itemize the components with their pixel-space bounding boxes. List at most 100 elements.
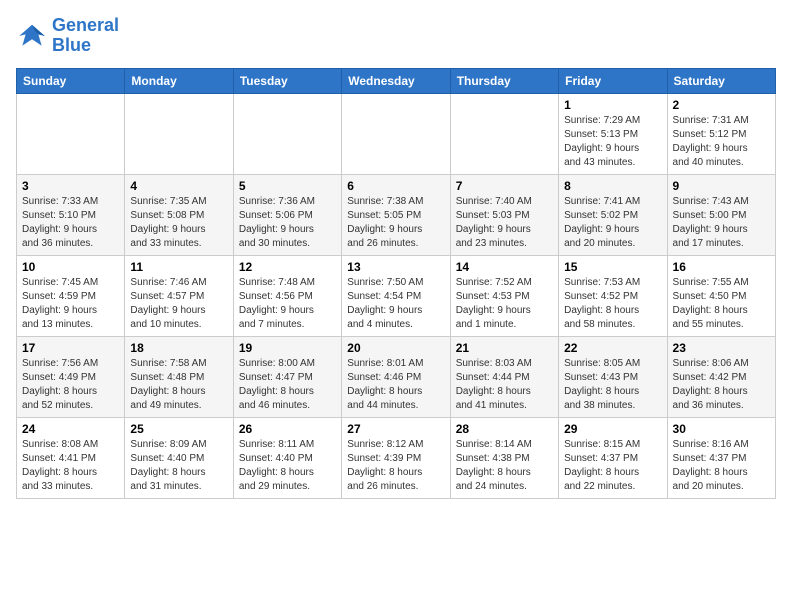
day-number: 13 xyxy=(347,260,444,274)
day-info: Sunrise: 7:29 AM Sunset: 5:13 PM Dayligh… xyxy=(564,114,661,170)
logo-text: General Blue xyxy=(52,16,119,56)
calendar-cell: 5 Sunrise: 7:36 AM Sunset: 5:06 PM Daylig… xyxy=(233,174,341,255)
day-info: Sunrise: 7:40 AM Sunset: 5:03 PM Dayligh… xyxy=(456,195,553,251)
day-number: 30 xyxy=(673,422,770,436)
day-info: Sunrise: 8:12 AM Sunset: 4:39 PM Dayligh… xyxy=(347,438,444,494)
day-info: Sunrise: 7:43 AM Sunset: 5:00 PM Dayligh… xyxy=(673,195,770,251)
day-info: Sunrise: 8:15 AM Sunset: 4:37 PM Dayligh… xyxy=(564,438,661,494)
weekday-header: Saturday xyxy=(667,68,775,93)
calendar-cell: 4 Sunrise: 7:35 AM Sunset: 5:08 PM Daylig… xyxy=(125,174,233,255)
calendar-cell: 25 Sunrise: 8:09 AM Sunset: 4:40 PM Dayli… xyxy=(125,417,233,498)
day-info: Sunrise: 7:31 AM Sunset: 5:12 PM Dayligh… xyxy=(673,114,770,170)
weekday-header: Monday xyxy=(125,68,233,93)
calendar-cell: 24 Sunrise: 8:08 AM Sunset: 4:41 PM Dayli… xyxy=(17,417,125,498)
calendar-cell: 10 Sunrise: 7:45 AM Sunset: 4:59 PM Dayli… xyxy=(17,255,125,336)
weekday-header: Sunday xyxy=(17,68,125,93)
day-info: Sunrise: 7:35 AM Sunset: 5:08 PM Dayligh… xyxy=(130,195,227,251)
day-info: Sunrise: 7:52 AM Sunset: 4:53 PM Dayligh… xyxy=(456,276,553,332)
day-info: Sunrise: 8:16 AM Sunset: 4:37 PM Dayligh… xyxy=(673,438,770,494)
day-number: 27 xyxy=(347,422,444,436)
calendar-cell: 3 Sunrise: 7:33 AM Sunset: 5:10 PM Daylig… xyxy=(17,174,125,255)
day-number: 7 xyxy=(456,179,553,193)
day-info: Sunrise: 8:00 AM Sunset: 4:47 PM Dayligh… xyxy=(239,357,336,413)
day-number: 14 xyxy=(456,260,553,274)
day-number: 4 xyxy=(130,179,227,193)
day-info: Sunrise: 8:05 AM Sunset: 4:43 PM Dayligh… xyxy=(564,357,661,413)
day-number: 16 xyxy=(673,260,770,274)
calendar-cell: 15 Sunrise: 7:53 AM Sunset: 4:52 PM Dayli… xyxy=(559,255,667,336)
day-info: Sunrise: 8:03 AM Sunset: 4:44 PM Dayligh… xyxy=(456,357,553,413)
day-number: 26 xyxy=(239,422,336,436)
day-number: 29 xyxy=(564,422,661,436)
day-number: 2 xyxy=(673,98,770,112)
day-number: 6 xyxy=(347,179,444,193)
day-info: Sunrise: 7:56 AM Sunset: 4:49 PM Dayligh… xyxy=(22,357,119,413)
calendar-cell: 22 Sunrise: 8:05 AM Sunset: 4:43 PM Dayli… xyxy=(559,336,667,417)
day-info: Sunrise: 8:14 AM Sunset: 4:38 PM Dayligh… xyxy=(456,438,553,494)
calendar-cell: 7 Sunrise: 7:40 AM Sunset: 5:03 PM Daylig… xyxy=(450,174,558,255)
calendar-cell: 13 Sunrise: 7:50 AM Sunset: 4:54 PM Dayli… xyxy=(342,255,450,336)
calendar-cell: 6 Sunrise: 7:38 AM Sunset: 5:05 PM Daylig… xyxy=(342,174,450,255)
day-number: 10 xyxy=(22,260,119,274)
calendar-cell: 12 Sunrise: 7:48 AM Sunset: 4:56 PM Dayli… xyxy=(233,255,341,336)
calendar-cell: 14 Sunrise: 7:52 AM Sunset: 4:53 PM Dayli… xyxy=(450,255,558,336)
calendar-cell: 9 Sunrise: 7:43 AM Sunset: 5:00 PM Daylig… xyxy=(667,174,775,255)
logo: General Blue xyxy=(16,16,119,56)
day-number: 24 xyxy=(22,422,119,436)
day-info: Sunrise: 7:46 AM Sunset: 4:57 PM Dayligh… xyxy=(130,276,227,332)
calendar-table: SundayMondayTuesdayWednesdayThursdayFrid… xyxy=(16,68,776,499)
calendar-cell: 18Sunrise: 7:58 AM Sunset: 4:48 PM Dayli… xyxy=(125,336,233,417)
calendar-cell xyxy=(125,93,233,174)
calendar-cell: 2 Sunrise: 7:31 AM Sunset: 5:12 PM Daylig… xyxy=(667,93,775,174)
day-number: 3 xyxy=(22,179,119,193)
day-info: Sunrise: 7:33 AM Sunset: 5:10 PM Dayligh… xyxy=(22,195,119,251)
calendar-cell: 19 Sunrise: 8:00 AM Sunset: 4:47 PM Dayli… xyxy=(233,336,341,417)
weekday-header: Friday xyxy=(559,68,667,93)
day-info: Sunrise: 7:41 AM Sunset: 5:02 PM Dayligh… xyxy=(564,195,661,251)
day-number: 22 xyxy=(564,341,661,355)
day-number: 12 xyxy=(239,260,336,274)
logo-icon xyxy=(16,20,48,52)
day-info: Sunrise: 7:38 AM Sunset: 5:05 PM Dayligh… xyxy=(347,195,444,251)
day-number: 20 xyxy=(347,341,444,355)
weekday-header: Tuesday xyxy=(233,68,341,93)
calendar-cell: 30 Sunrise: 8:16 AM Sunset: 4:37 PM Dayli… xyxy=(667,417,775,498)
day-number: 11 xyxy=(130,260,227,274)
day-number: 5 xyxy=(239,179,336,193)
day-number: 8 xyxy=(564,179,661,193)
day-info: Sunrise: 7:48 AM Sunset: 4:56 PM Dayligh… xyxy=(239,276,336,332)
calendar-cell: 17 Sunrise: 7:56 AM Sunset: 4:49 PM Dayli… xyxy=(17,336,125,417)
day-info: Sunrise: 7:53 AM Sunset: 4:52 PM Dayligh… xyxy=(564,276,661,332)
day-info: Sunrise: 8:09 AM Sunset: 4:40 PM Dayligh… xyxy=(130,438,227,494)
day-info: Sunrise: 7:36 AM Sunset: 5:06 PM Dayligh… xyxy=(239,195,336,251)
day-info: Sunrise: 7:58 AM Sunset: 4:48 PM Dayligh… xyxy=(130,357,227,413)
day-number: 15 xyxy=(564,260,661,274)
day-info: Sunrise: 8:08 AM Sunset: 4:41 PM Dayligh… xyxy=(22,438,119,494)
day-number: 25 xyxy=(130,422,227,436)
calendar-cell: 28 Sunrise: 8:14 AM Sunset: 4:38 PM Dayli… xyxy=(450,417,558,498)
day-info: Sunrise: 7:55 AM Sunset: 4:50 PM Dayligh… xyxy=(673,276,770,332)
day-number: 23 xyxy=(673,341,770,355)
calendar-cell: 23 Sunrise: 8:06 AM Sunset: 4:42 PM Dayli… xyxy=(667,336,775,417)
calendar-cell: 1 Sunrise: 7:29 AM Sunset: 5:13 PM Daylig… xyxy=(559,93,667,174)
calendar-cell xyxy=(450,93,558,174)
calendar-cell xyxy=(17,93,125,174)
day-number: 17 xyxy=(22,341,119,355)
calendar-cell: 20Sunrise: 8:01 AM Sunset: 4:46 PM Dayli… xyxy=(342,336,450,417)
day-info: Sunrise: 7:50 AM Sunset: 4:54 PM Dayligh… xyxy=(347,276,444,332)
day-info: Sunrise: 8:11 AM Sunset: 4:40 PM Dayligh… xyxy=(239,438,336,494)
weekday-header: Thursday xyxy=(450,68,558,93)
day-number: 28 xyxy=(456,422,553,436)
day-info: Sunrise: 7:45 AM Sunset: 4:59 PM Dayligh… xyxy=(22,276,119,332)
calendar-cell: 27 Sunrise: 8:12 AM Sunset: 4:39 PM Dayli… xyxy=(342,417,450,498)
calendar-cell: 11 Sunrise: 7:46 AM Sunset: 4:57 PM Dayli… xyxy=(125,255,233,336)
calendar-cell xyxy=(342,93,450,174)
weekday-header: Wednesday xyxy=(342,68,450,93)
day-info: Sunrise: 8:06 AM Sunset: 4:42 PM Dayligh… xyxy=(673,357,770,413)
calendar-cell: 29 Sunrise: 8:15 AM Sunset: 4:37 PM Dayli… xyxy=(559,417,667,498)
calendar-cell: 16 Sunrise: 7:55 AM Sunset: 4:50 PM Dayli… xyxy=(667,255,775,336)
day-number: 19 xyxy=(239,341,336,355)
day-number: 9 xyxy=(673,179,770,193)
day-number: 1 xyxy=(564,98,661,112)
calendar-cell: 8 Sunrise: 7:41 AM Sunset: 5:02 PM Daylig… xyxy=(559,174,667,255)
